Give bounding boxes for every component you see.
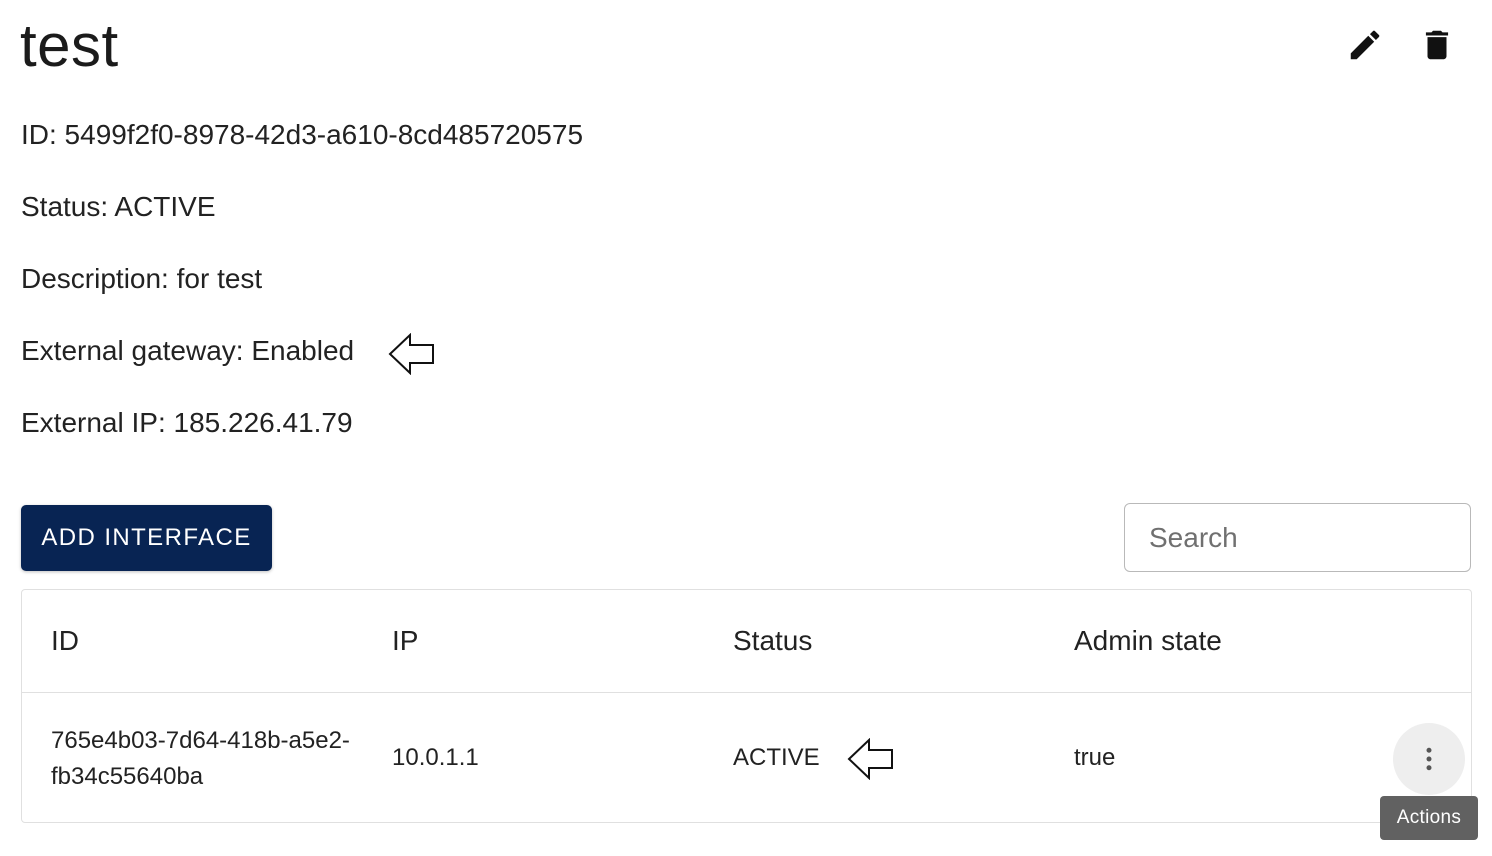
detail-description: Description: for test [21, 263, 263, 294]
detail-id: ID: 5499f2f0-8978-42d3-a610-8cd485720575 [21, 119, 584, 150]
column-header-id[interactable]: ID [51, 624, 79, 658]
column-header-ip[interactable]: IP [392, 624, 418, 658]
delete-button[interactable] [1413, 21, 1461, 69]
table-header: ID IP Status Admin state [22, 590, 1471, 693]
trash-icon [1425, 30, 1449, 60]
table-row[interactable]: 765e4b03-7d64-418b-a5e2-fb34c55640ba 10.… [22, 693, 1471, 823]
cell-ip: 10.0.1.1 [392, 744, 479, 771]
detail-external-gateway: External gateway: Enabled [21, 335, 355, 366]
row-actions-button[interactable] [1393, 723, 1465, 795]
cell-status: ACTIVE [733, 744, 820, 771]
column-header-status[interactable]: Status [733, 624, 812, 658]
add-interface-button[interactable]: ADD INTERFACE [21, 505, 272, 571]
search-input[interactable] [1125, 504, 1470, 571]
left-arrow-icon [847, 738, 893, 780]
page-title: test [20, 12, 119, 79]
more-vert-icon [1426, 747, 1432, 771]
cell-id: 765e4b03-7d64-418b-a5e2-fb34c55640ba [51, 727, 350, 790]
actions-tooltip: Actions [1380, 796, 1478, 840]
detail-status: Status: ACTIVE [21, 191, 216, 222]
search-field[interactable] [1124, 503, 1471, 572]
edit-button[interactable] [1341, 21, 1389, 69]
interfaces-table: ID IP Status Admin state 765e4b03-7d64-4… [21, 589, 1472, 823]
detail-external-ip: External IP: 185.226.41.79 [21, 407, 353, 438]
left-arrow-icon [388, 333, 434, 375]
cell-admin-state: true [1074, 744, 1116, 771]
column-header-admin-state[interactable]: Admin state [1074, 624, 1222, 658]
router-detail-page: test ID: 5499f2f0-8978-42d3-a610-8cd4857… [0, 0, 1492, 856]
pencil-icon [1350, 30, 1380, 60]
